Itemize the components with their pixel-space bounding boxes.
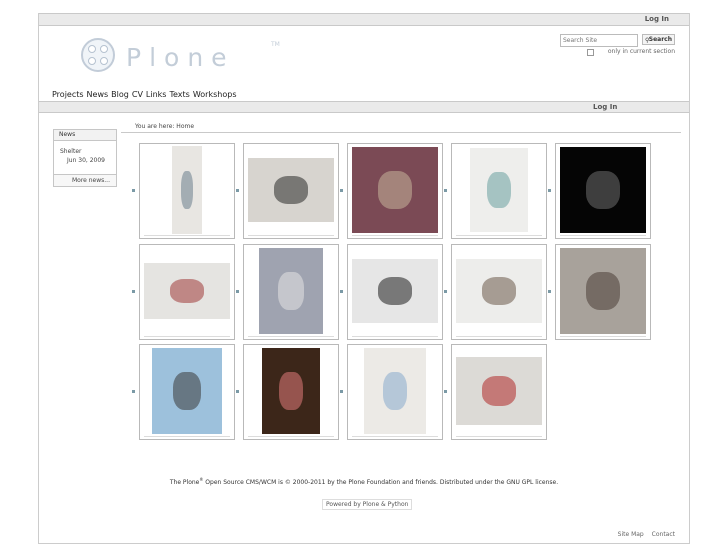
- gallery-thumb-blue-painting[interactable]: [139, 344, 235, 440]
- gallery-image: [152, 348, 222, 434]
- gallery-thumb-dotted-figure[interactable]: [347, 244, 443, 340]
- nav-item-texts[interactable]: Texts: [169, 90, 189, 99]
- gallery-separator-dot: [548, 290, 551, 293]
- news-portlet: News Shelter Jun 30, 2009 More news...: [53, 129, 117, 187]
- news-portlet-header[interactable]: News: [54, 130, 116, 141]
- gallery-separator-dot: [548, 189, 551, 192]
- gallery-image: [262, 348, 320, 434]
- gallery-image: [352, 259, 438, 323]
- search-button[interactable]: ⚲ Search: [642, 34, 675, 45]
- gallery-thumb-line-drawing-gray[interactable]: [243, 244, 339, 340]
- gallery-thumb-red-pattern-box[interactable]: [139, 244, 235, 340]
- login-link-top[interactable]: Log In: [645, 15, 669, 23]
- site-map-link[interactable]: Site Map: [618, 531, 644, 538]
- gallery-image: [456, 259, 542, 323]
- contact-link[interactable]: Contact: [652, 531, 675, 538]
- plone-logo-icon: [81, 38, 115, 72]
- nav-item-blog[interactable]: Blog: [111, 90, 129, 99]
- nav-item-news[interactable]: News: [87, 90, 109, 99]
- nav-item-links[interactable]: Links: [146, 90, 167, 99]
- gallery-thumb-hand-holding-object[interactable]: [347, 143, 443, 239]
- footer-colophon: The Plone® Open Source CMS/WCM is © 2000…: [169, 477, 559, 486]
- gallery-image: [560, 248, 646, 334]
- search-input[interactable]: [560, 34, 638, 47]
- gallery-image: [364, 348, 426, 434]
- current-section-checkbox[interactable]: [587, 49, 594, 56]
- gallery-image: [560, 147, 646, 233]
- gallery-separator-dot: [132, 390, 135, 393]
- gallery-separator-dot: [132, 290, 135, 293]
- search-icon: ⚲: [645, 37, 650, 44]
- gallery-separator-dot: [236, 189, 239, 192]
- gallery-thumb-wooden-box[interactable]: [243, 344, 339, 440]
- gallery-separator-dot: [444, 189, 447, 192]
- site-logo[interactable]: Plone TM: [81, 38, 280, 78]
- news-item-title[interactable]: Shelter: [60, 148, 81, 155]
- top-bar: Log In: [39, 13, 689, 26]
- gallery-separator-dot: [236, 390, 239, 393]
- nav-item-projects[interactable]: Projects: [52, 90, 84, 99]
- gallery-separator-dot: [340, 189, 343, 192]
- gallery-separator-dot: [236, 290, 239, 293]
- gallery-thumb-lace-sketch[interactable]: [451, 244, 547, 340]
- gallery-separator-dot: [340, 390, 343, 393]
- gallery-image: [456, 357, 542, 425]
- gallery-image: [470, 148, 528, 232]
- gallery-separator-dot: [444, 290, 447, 293]
- personal-bar: Log In: [39, 101, 689, 113]
- logo-wordmark: Plone: [126, 43, 235, 72]
- site-wrapper: Log In Plone TM ⚲ Search only in current…: [38, 13, 690, 544]
- gallery-image: [172, 146, 202, 234]
- breadcrumb-divider: [121, 132, 681, 133]
- search-scope: only in current section: [585, 48, 675, 58]
- gallery-image: [144, 263, 230, 319]
- logo-trademark: TM: [271, 41, 280, 48]
- gallery-thumb-chair-sketch[interactable]: [555, 244, 651, 340]
- gallery-separator-dot: [444, 390, 447, 393]
- gallery-image: [352, 147, 438, 233]
- more-news-link[interactable]: More news...: [54, 174, 116, 186]
- gallery-separator-dot: [340, 290, 343, 293]
- gallery-thumb-red-books[interactable]: [451, 344, 547, 440]
- site-actions: Site Map Contact: [612, 531, 675, 538]
- powered-by-badge[interactable]: Powered by Plone & Python: [322, 499, 413, 510]
- global-nav: Projects News Blog CV Links Texts Workshops: [52, 90, 239, 99]
- gallery-thumb-plant-on-paper[interactable]: [139, 143, 235, 239]
- login-link[interactable]: Log In: [593, 103, 617, 111]
- gallery-image: [259, 248, 323, 334]
- breadcrumb: You are here: Home: [135, 123, 195, 130]
- nav-item-workshops[interactable]: Workshops: [193, 90, 237, 99]
- current-section-label: only in current section: [607, 48, 675, 55]
- gallery-thumb-printed-page[interactable]: [451, 143, 547, 239]
- nav-item-cv[interactable]: CV: [132, 90, 143, 99]
- gallery-thumb-white-cloth-table[interactable]: [243, 143, 339, 239]
- gallery-separator-dot: [132, 189, 135, 192]
- gallery-image: [248, 158, 334, 222]
- news-item-date: Jun 30, 2009: [67, 157, 106, 164]
- gallery-thumb-figure-collage[interactable]: [347, 344, 443, 440]
- gallery-thumb-dark-folded-book[interactable]: [555, 143, 651, 239]
